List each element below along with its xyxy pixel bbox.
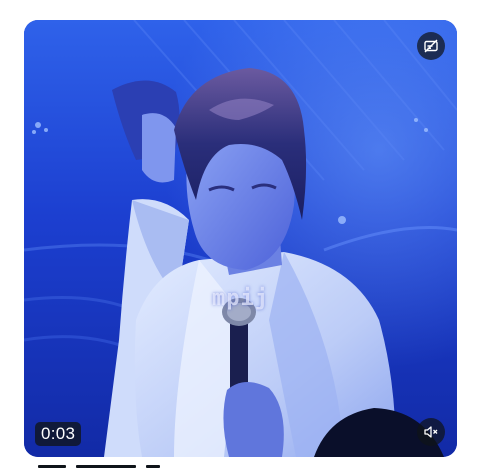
- speaker-muted-icon: [423, 424, 439, 440]
- video-timestamp: 0:03: [35, 422, 82, 446]
- hide-caption-button[interactable]: [417, 32, 445, 60]
- tweet-media-area: mpij 0:03: [0, 0, 480, 473]
- video-frame[interactable]: [24, 20, 457, 457]
- hide-caption-icon: [423, 38, 439, 54]
- video-player[interactable]: mpij 0:03: [24, 20, 457, 457]
- caption-text-peek: [38, 465, 178, 473]
- unmute-button[interactable]: [417, 418, 445, 446]
